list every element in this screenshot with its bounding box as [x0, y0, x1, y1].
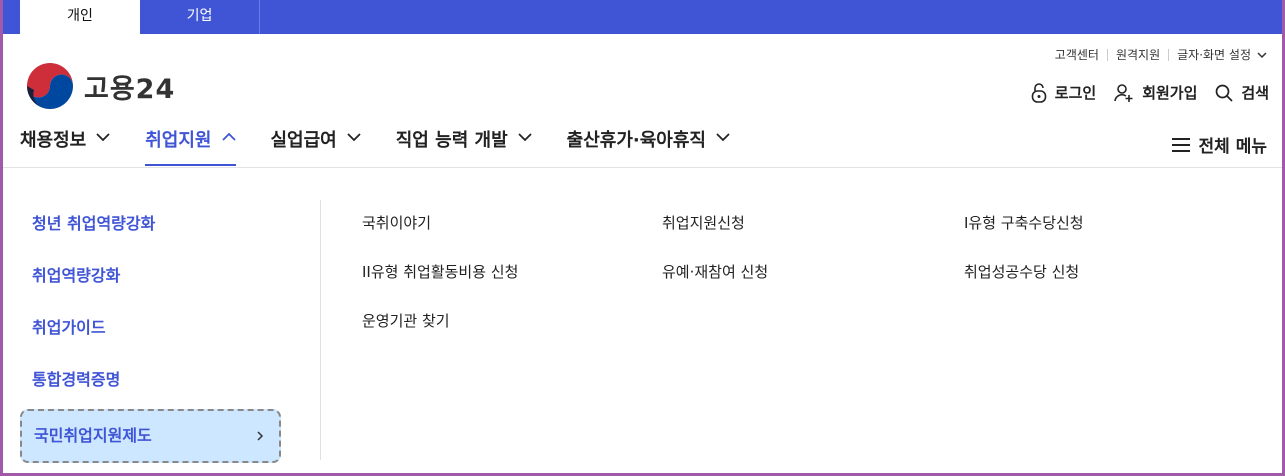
link-story[interactable]: 국취이야기 [362, 212, 431, 233]
link-find-agency[interactable]: 운영기관 찾기 [362, 310, 450, 331]
lock-icon [1031, 82, 1047, 103]
nav-divider [3, 167, 1282, 168]
search-button[interactable]: 검색 [1215, 82, 1269, 103]
nav-unemployment-benefit[interactable]: 실업급여 [271, 126, 361, 166]
utility-links: 고객센터 원격지원 글자·화면 설정 [1055, 46, 1267, 63]
login-button[interactable]: 로그인 [1031, 82, 1096, 103]
chevron-down-icon [518, 133, 532, 142]
search-icon [1216, 84, 1233, 102]
submenu-divider [320, 200, 321, 460]
hamburger-icon [1171, 137, 1190, 152]
logo-text: 고용24 [84, 73, 176, 105]
submenu-item[interactable]: 통합경력증명 [20, 356, 281, 408]
chevron-down-icon [716, 133, 730, 142]
link-type2-expense[interactable]: II유형 취업활동비용 신청 [362, 261, 518, 282]
audience-bar: 개인 기업 [3, 0, 1282, 34]
full-menu-label: 전체 메뉴 [1198, 137, 1267, 157]
submenu-list: 청년 취업역량강화 취업역량강화 취업가이드 통합경력증명 국민취업지원제도 [20, 200, 281, 463]
link-success-allowance[interactable]: 취업성공수당 신청 [964, 261, 1079, 282]
search-label: 검색 [1241, 84, 1269, 102]
main-navigation: 채용정보 취업지원 실업급여 직업 능력 개발 출산휴가·육아휴직 [20, 126, 765, 166]
submenu-selected-label: 국민취업지원제도 [34, 426, 152, 445]
nav-employment-support[interactable]: 취업지원 [145, 126, 236, 166]
remote-support-link[interactable]: 원격지원 [1116, 46, 1160, 63]
submenu-item[interactable]: 취업역량강화 [20, 252, 281, 304]
chevron-down-icon[interactable] [1257, 50, 1267, 60]
add-user-icon [1114, 83, 1133, 102]
submenu-item-selected[interactable]: 국민취업지원제도 [20, 409, 281, 463]
full-menu-button[interactable]: 전체 메뉴 [1171, 132, 1267, 157]
nav-label: 실업급여 [270, 130, 337, 151]
nav-vocational-training[interactable]: 직업 능력 개발 [396, 126, 532, 166]
signup-label: 회원가입 [1142, 84, 1198, 102]
submenu-item[interactable]: 취업가이드 [20, 304, 281, 356]
divider [1106, 48, 1108, 61]
link-type1-allowance[interactable]: I유형 구축수당신청 [964, 212, 1084, 233]
chevron-down-icon [347, 133, 361, 142]
nav-job-info[interactable]: 채용정보 [20, 126, 110, 166]
taegeuk-logo-icon [25, 61, 75, 111]
signup-button[interactable]: 회원가입 [1114, 82, 1197, 103]
nav-maternity-parental-leave[interactable]: 출산휴가·육아휴직 [567, 126, 730, 166]
divider [1168, 48, 1170, 61]
nav-label: 출산휴가·육아휴직 [566, 130, 706, 151]
nav-label: 취업지원 [145, 130, 212, 151]
nav-label: 직업 능력 개발 [395, 130, 508, 151]
tab-business[interactable]: 기업 [140, 0, 260, 34]
site-logo[interactable]: 고용24 [24, 60, 175, 112]
chevron-right-icon [257, 431, 264, 441]
chevron-down-icon [96, 133, 110, 142]
login-label: 로그인 [1054, 84, 1097, 102]
chevron-up-icon [221, 132, 236, 141]
tab-personal[interactable]: 개인 [20, 0, 140, 34]
link-apply-support[interactable]: 취업지원신청 [662, 212, 745, 233]
customer-center-link[interactable]: 고객센터 [1055, 46, 1099, 63]
account-actions: 로그인 회원가입 검색 [1013, 82, 1269, 103]
submenu-item[interactable]: 청년 취업역량강화 [20, 200, 281, 252]
display-settings-link[interactable]: 글자·화면 설정 [1177, 46, 1251, 63]
nav-label: 채용정보 [20, 130, 87, 151]
link-deferral-reentry[interactable]: 유예·재참여 신청 [662, 261, 768, 282]
